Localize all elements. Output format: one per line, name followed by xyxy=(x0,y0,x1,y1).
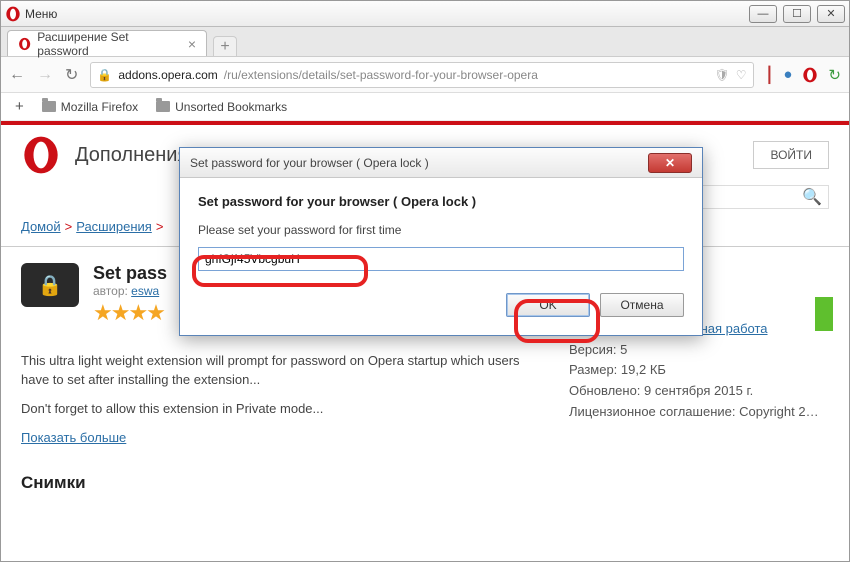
search-icon: 🔍 xyxy=(802,187,822,207)
folder-icon xyxy=(42,101,56,112)
reload-button[interactable]: ↻ xyxy=(65,65,78,85)
bookmark-label: Mozilla Firefox xyxy=(61,100,138,114)
login-button[interactable]: ВОЙТИ xyxy=(753,141,829,169)
url-path: /ru/extensions/details/set-password-for-… xyxy=(224,68,538,82)
add-bookmark-button[interactable]: + xyxy=(15,98,24,115)
description-paragraph: Don't forget to allow this extension in … xyxy=(21,400,529,419)
extension-author: автор: eswa xyxy=(93,284,167,298)
page-title: Дополнения xyxy=(75,144,188,167)
folder-icon xyxy=(156,101,170,112)
opera-logo-icon xyxy=(5,6,21,22)
browser-tab[interactable]: Расширение Set password × xyxy=(7,30,207,56)
opera-favicon-icon xyxy=(18,37,31,51)
extension-icon-2[interactable]: ● xyxy=(783,66,792,83)
forward-button[interactable]: → xyxy=(37,66,53,84)
opera-logo-icon xyxy=(21,135,61,175)
new-tab-button[interactable]: + xyxy=(213,36,237,56)
shield-icon[interactable]: 🛡 xyxy=(715,68,730,82)
breadcrumb-home[interactable]: Домой xyxy=(21,219,61,234)
window-titlebar: Меню — ☐ ✕ xyxy=(1,1,849,27)
breadcrumb-extensions[interactable]: Расширения xyxy=(76,219,152,234)
extension-title: Set pass xyxy=(93,263,167,284)
tab-title: Расширение Set password xyxy=(37,30,176,58)
sync-icon[interactable]: ↻ xyxy=(828,66,841,84)
address-bar[interactable]: 🔒 addons.opera.com/ru/extensions/details… xyxy=(90,62,753,88)
opera-menu-icon[interactable] xyxy=(802,67,818,83)
cancel-button[interactable]: Отмена xyxy=(600,293,684,317)
install-button-fragment[interactable] xyxy=(815,297,833,331)
show-more-link[interactable]: Показать больше xyxy=(21,430,126,445)
dialog-heading: Set password for your browser ( Opera lo… xyxy=(198,194,684,209)
rating-stars[interactable]: ★★★★ xyxy=(93,300,167,326)
menu-button[interactable]: Меню xyxy=(25,7,57,21)
description-paragraph: This ultra light weight extension will p… xyxy=(21,352,529,390)
bookmarks-bar: + Mozilla Firefox Unsorted Bookmarks xyxy=(1,93,849,121)
lock-icon: 🔒 xyxy=(97,68,112,82)
nav-toolbar: ← → ↻ 🔒 addons.opera.com/ru/extensions/d… xyxy=(1,57,849,93)
url-domain: addons.opera.com xyxy=(118,68,217,82)
bookmark-label: Unsorted Bookmarks xyxy=(175,100,287,114)
window-close-button[interactable]: ✕ xyxy=(817,5,845,23)
heart-icon[interactable]: ♡ xyxy=(736,68,747,82)
password-input[interactable] xyxy=(198,247,684,271)
extension-icon-1[interactable]: ⎮ xyxy=(766,66,774,84)
dialog-instruction: Please set your password for first time xyxy=(198,223,684,237)
password-dialog: Set password for your browser ( Opera lo… xyxy=(179,147,703,336)
dialog-titlebar[interactable]: Set password for your browser ( Opera lo… xyxy=(180,148,702,178)
dialog-title-text: Set password for your browser ( Opera lo… xyxy=(190,156,429,170)
author-link[interactable]: eswa xyxy=(131,284,159,298)
bookmark-folder-firefox[interactable]: Mozilla Firefox xyxy=(42,100,138,114)
bookmark-folder-unsorted[interactable]: Unsorted Bookmarks xyxy=(156,100,287,114)
window-minimize-button[interactable]: — xyxy=(749,5,777,23)
window-maximize-button[interactable]: ☐ xyxy=(783,5,811,23)
dialog-close-button[interactable]: ✕ xyxy=(648,153,692,173)
extension-icon: 🔒 xyxy=(21,263,79,307)
back-button[interactable]: ← xyxy=(9,66,25,84)
screenshots-heading: Снимки xyxy=(21,473,529,493)
ok-button[interactable]: OK xyxy=(506,293,590,317)
tab-strip: Расширение Set password × + xyxy=(1,27,849,57)
tab-close-button[interactable]: × xyxy=(188,36,196,52)
